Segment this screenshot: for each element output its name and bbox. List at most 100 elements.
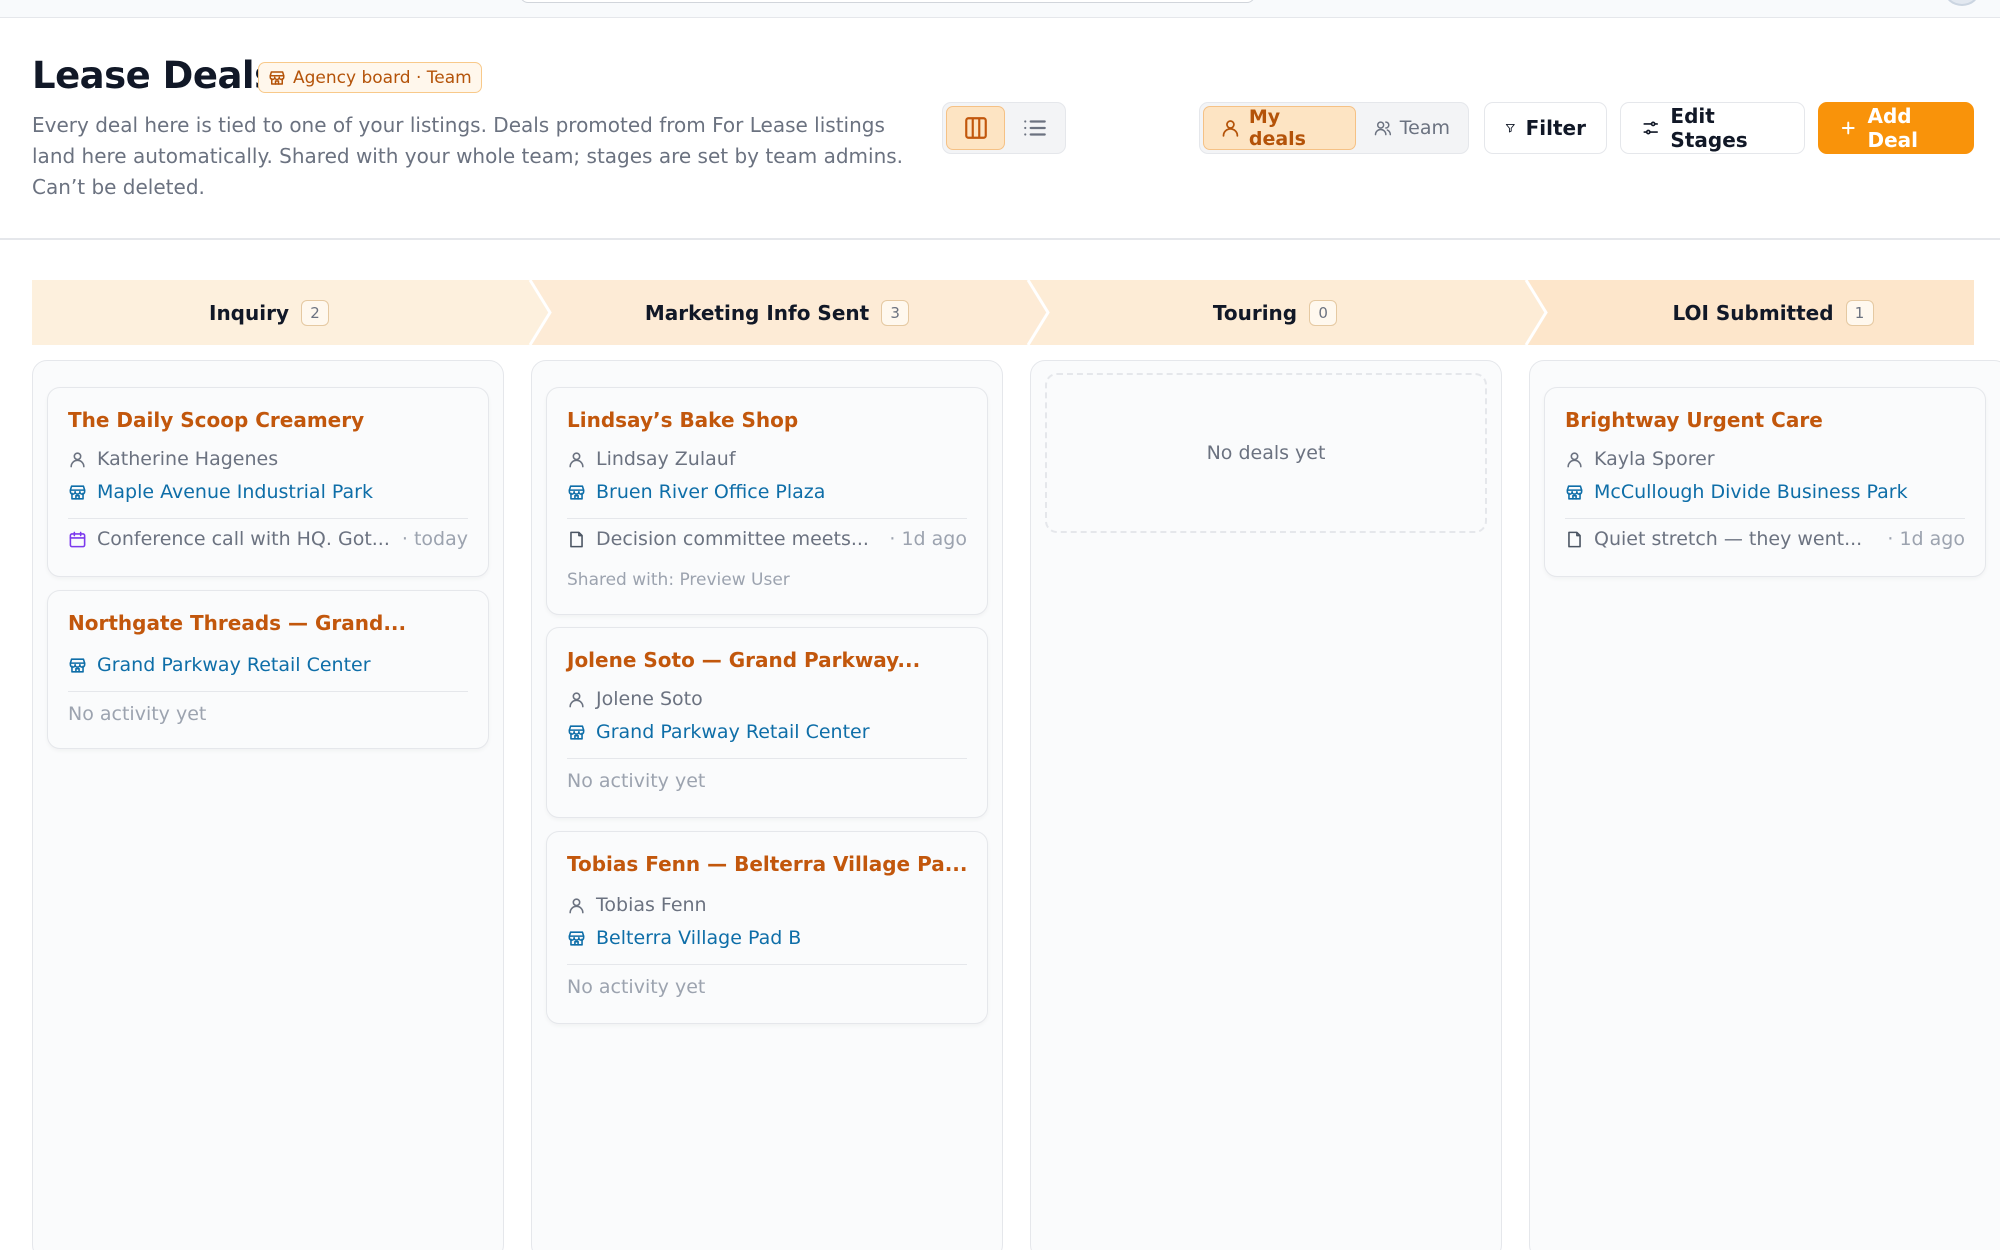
deal-listing-link[interactable]: McCullough Divide Business Park bbox=[1565, 481, 1908, 503]
user-icon bbox=[569, 897, 584, 913]
list-view-button[interactable] bbox=[1005, 106, 1064, 150]
user-avatar[interactable] bbox=[1944, 0, 1980, 6]
stage-header-inquiry[interactable]: Inquiry 2 bbox=[32, 280, 506, 345]
deal-title[interactable]: Northgate Threads — Grand... bbox=[68, 611, 406, 635]
page-header: Lease Deals Agency board · Team Every de… bbox=[0, 18, 2000, 240]
card-divider bbox=[68, 691, 468, 692]
deal-contact: Katherine Hagenes bbox=[68, 448, 278, 470]
deal-card[interactable]: Northgate Threads — Grand... Grand Parkw… bbox=[47, 590, 489, 749]
deal-contact: Tobias Fenn bbox=[567, 894, 707, 916]
contact-name: Lindsay Zulauf bbox=[596, 448, 736, 470]
activity-text: Decision committee meets... bbox=[596, 528, 869, 550]
deal-listing-link[interactable]: Grand Parkway Retail Center bbox=[68, 654, 371, 676]
empty-stage-text: No deals yet bbox=[1206, 442, 1326, 464]
stage-count-badge: 2 bbox=[301, 299, 329, 326]
deal-card[interactable]: Brightway Urgent Care Kayla Sporer McCul… bbox=[1544, 387, 1986, 577]
columns-icon bbox=[964, 117, 987, 139]
listing-name: Belterra Village Pad B bbox=[596, 927, 802, 949]
edit-stages-button[interactable]: Edit Stages bbox=[1620, 102, 1805, 154]
deal-listing-link[interactable]: Belterra Village Pad B bbox=[567, 927, 801, 949]
deal-title[interactable]: Jolene Soto — Grand Parkway... bbox=[567, 648, 920, 672]
deal-contact: Jolene Soto bbox=[567, 688, 703, 710]
page-title: Lease Deals bbox=[32, 54, 276, 97]
listing-name: Grand Parkway Retail Center bbox=[97, 654, 371, 676]
board-scope-label: Agency board · Team bbox=[293, 67, 472, 88]
deal-title[interactable]: Tobias Fenn — Belterra Village Pa... bbox=[567, 852, 968, 876]
stage-column-marketing-info-sent: Lindsay’s Bake Shop Lindsay Zulauf Bruen… bbox=[531, 360, 1003, 1250]
activity-time: · 1d ago bbox=[889, 528, 967, 550]
listing-name: Bruen River Office Plaza bbox=[596, 481, 826, 503]
calendar-icon bbox=[69, 531, 86, 547]
page-description: Every deal here is tied to one of your l… bbox=[32, 113, 904, 199]
deal-scope-toggle: My deals Team bbox=[1199, 102, 1469, 154]
sliders-icon bbox=[1643, 121, 1658, 135]
stage-header-touring[interactable]: Touring 0 bbox=[1038, 280, 1512, 345]
my-deals-button[interactable]: My deals bbox=[1203, 106, 1356, 150]
deal-title[interactable]: Lindsay’s Bake Shop bbox=[567, 408, 798, 432]
latest-activity: Conference call with HQ. Got... · today bbox=[68, 528, 468, 550]
deal-card[interactable]: The Daily Scoop Creamery Katherine Hagen… bbox=[47, 387, 489, 577]
contact-name: Kayla Sporer bbox=[1594, 448, 1715, 470]
stage-count-badge: 1 bbox=[1845, 299, 1874, 326]
storefront-icon bbox=[568, 724, 585, 740]
filter-icon bbox=[1505, 124, 1515, 133]
filter-button[interactable]: Filter bbox=[1484, 102, 1607, 154]
activity-text: Conference call with HQ. Got... bbox=[97, 528, 390, 550]
user-icon bbox=[70, 451, 85, 467]
board-view-button[interactable] bbox=[946, 106, 1005, 150]
deal-listing-link[interactable]: Grand Parkway Retail Center bbox=[567, 721, 870, 743]
deal-title[interactable]: Brightway Urgent Care bbox=[1565, 408, 1823, 432]
stage-count-badge: 0 bbox=[1309, 299, 1338, 326]
stage-name: Marketing Info Sent bbox=[644, 300, 870, 325]
deal-listing-link[interactable]: Bruen River Office Plaza bbox=[567, 481, 825, 503]
users-icon bbox=[1374, 121, 1392, 136]
latest-activity: Decision committee meets... · 1d ago bbox=[567, 528, 967, 550]
card-divider bbox=[68, 518, 468, 519]
stage-header-loi-submitted[interactable]: LOI Submitted 1 bbox=[1536, 280, 2000, 345]
board-scope-badge: Agency board · Team bbox=[258, 62, 482, 93]
storefront-icon bbox=[69, 657, 86, 673]
no-activity-text: No activity yet bbox=[567, 770, 706, 792]
view-mode-toggle bbox=[942, 102, 1066, 154]
activity-time: · today bbox=[401, 528, 468, 550]
deal-card[interactable]: Lindsay’s Bake Shop Lindsay Zulauf Bruen… bbox=[546, 387, 988, 615]
stage-header-marketing-info-sent[interactable]: Marketing Info Sent 3 bbox=[540, 280, 1014, 345]
storefront-icon bbox=[69, 484, 86, 500]
team-deals-label: Team bbox=[1399, 117, 1450, 139]
deal-card[interactable]: Tobias Fenn — Belterra Village Pa... Tob… bbox=[546, 831, 988, 1024]
stage-name: Touring bbox=[1212, 300, 1298, 325]
add-deal-label: Add Deal bbox=[1867, 104, 1919, 152]
deal-listing-link[interactable]: Maple Avenue Industrial Park bbox=[68, 481, 373, 503]
add-deal-button[interactable]: Add Deal bbox=[1818, 102, 1974, 154]
pipeline-stage-strip: Inquiry 2 Marketing Info Sent 3 Touring … bbox=[32, 280, 1974, 345]
stage-count-badge: 3 bbox=[881, 299, 910, 326]
global-search-input[interactable] bbox=[520, 0, 1255, 3]
storefront-icon bbox=[568, 930, 585, 946]
note-icon bbox=[1568, 531, 1581, 547]
card-divider bbox=[567, 758, 967, 759]
edit-stages-label: Edit Stages bbox=[1670, 104, 1748, 152]
no-activity-text: No activity yet bbox=[68, 703, 207, 725]
listing-name: McCullough Divide Business Park bbox=[1594, 481, 1908, 503]
filter-label: Filter bbox=[1525, 116, 1586, 140]
card-divider bbox=[567, 964, 967, 965]
stage-name: Inquiry bbox=[209, 300, 289, 325]
listing-name: Grand Parkway Retail Center bbox=[596, 721, 870, 743]
team-deals-button[interactable]: Team bbox=[1358, 106, 1466, 150]
listing-name: Maple Avenue Industrial Park bbox=[97, 481, 373, 503]
deal-card[interactable]: Jolene Soto — Grand Parkway... Jolene So… bbox=[546, 627, 988, 818]
contact-name: Jolene Soto bbox=[596, 688, 703, 710]
activity-text: Quiet stretch — they went... bbox=[1594, 528, 1863, 550]
stage-column-loi-submitted: Brightway Urgent Care Kayla Sporer McCul… bbox=[1529, 360, 2000, 1250]
storefront-icon bbox=[269, 70, 285, 85]
user-icon bbox=[1567, 451, 1582, 467]
top-app-bar bbox=[0, 0, 2000, 18]
stage-name: LOI Submitted bbox=[1672, 300, 1834, 325]
deal-contact: Kayla Sporer bbox=[1565, 448, 1715, 470]
user-icon bbox=[1222, 120, 1239, 137]
latest-activity: Quiet stretch — they went... · 1d ago bbox=[1565, 528, 1965, 550]
deal-title[interactable]: The Daily Scoop Creamery bbox=[68, 408, 364, 432]
storefront-icon bbox=[1566, 484, 1583, 500]
no-activity-text: No activity yet bbox=[567, 976, 706, 998]
stage-column-touring: No deals yet bbox=[1030, 360, 1502, 1250]
